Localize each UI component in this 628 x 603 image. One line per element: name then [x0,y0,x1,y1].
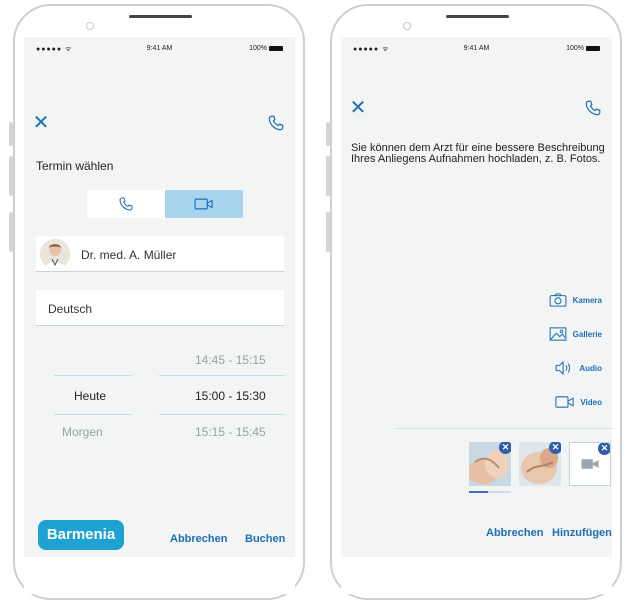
cancel-button[interactable]: Abbrechen [170,533,227,545]
front-camera [403,22,411,30]
phone-icon [119,197,133,211]
side-button [326,156,330,196]
barmenia-logo: Barmenia [38,520,124,550]
close-icon[interactable]: ✕ [32,113,50,133]
battery-percent: 100% [249,45,267,52]
doctor-name: Dr. med. A. Müller [81,248,177,262]
side-button [9,122,13,146]
attachment-thumbnail[interactable]: ✕ [519,442,561,486]
audio-icon [555,361,571,375]
time-option[interactable]: 14:45 - 15:15 [195,353,266,367]
book-button[interactable]: Buchen [245,533,285,545]
audio-label: Audio [579,363,602,373]
picker-divider [54,375,132,376]
front-camera [86,22,94,30]
upload-instructions: Sie können dem Arzt für eine bessere Bes… [351,142,605,165]
bottom-bar [24,557,295,594]
video-label: Video [580,397,602,407]
battery-icon [269,45,283,51]
upload-progress-fill [469,491,488,493]
time-option[interactable]: 15:15 - 15:45 [195,425,266,439]
remove-icon[interactable]: ✕ [549,442,561,454]
day-option-selected[interactable]: Heute [74,389,106,403]
gallery-label: Gallerie [572,329,602,339]
picker-divider [54,414,132,415]
picker-divider [159,375,285,376]
speaker [446,15,509,18]
audio-option[interactable]: Audio [555,361,602,375]
video-call-toggle[interactable] [165,190,243,218]
speaker [129,15,192,18]
doctor-selector[interactable]: Dr. med. A. Müller [36,236,284,272]
battery-percent: 100% [566,45,584,52]
gallery-icon [549,327,567,341]
remove-icon[interactable]: ✕ [598,443,610,455]
attachment-thumbnail[interactable]: ✕ [569,442,611,486]
day-option[interactable]: Morgen [62,425,103,439]
attachments-divider [395,428,612,429]
page-title: Termin wählen [36,159,114,173]
bottom-bar [341,557,612,594]
audio-call-toggle[interactable] [87,190,165,218]
add-button[interactable]: Hinzufügen [552,527,612,539]
video-camera-icon [194,198,213,210]
upload-screen: ●●●●● ᯤ 9:41 AM 100% ✕ Sie können dem Ar… [341,37,612,594]
top-bar: ✕ [24,59,295,144]
camera-label: Kamera [572,295,602,305]
close-icon[interactable]: ✕ [349,98,367,118]
cancel-button[interactable]: Abbrechen [486,527,543,539]
battery-indicator: 100% [566,45,600,52]
video-icon [555,396,575,408]
doctor-avatar [40,239,70,269]
camera-icon [549,293,567,307]
side-button [326,212,330,252]
side-button [326,122,330,146]
battery-icon [586,45,600,51]
remove-icon[interactable]: ✕ [499,442,511,454]
language-value: Deutsch [48,302,93,316]
appointment-screen: ●●●●● ᯤ 9:41 AM 100% ✕ Termin wählen Dr.… [24,37,295,594]
video-option[interactable]: Video [555,395,602,409]
side-button [9,156,13,196]
language-selector[interactable]: Deutsch [36,290,284,326]
phone-frame-right: ●●●●● ᯤ 9:41 AM 100% ✕ Sie können dem Ar… [326,4,622,600]
phone-icon[interactable] [267,114,285,132]
gallery-option[interactable]: Gallerie [549,327,602,341]
status-bar: ●●●●● ᯤ 9:41 AM 100% [24,37,295,59]
camera-option[interactable]: Kamera [549,293,602,307]
attachment-thumbnail[interactable]: ✕ [469,442,511,486]
upload-progress-bar [469,491,511,493]
top-bar: ✕ [341,59,612,129]
time-option-selected[interactable]: 15:00 - 15:30 [195,389,266,403]
picker-divider [159,414,285,415]
phone-frame-left: ●●●●● ᯤ 9:41 AM 100% ✕ Termin wählen Dr.… [9,4,305,600]
status-bar: ●●●●● ᯤ 9:41 AM 100% [341,37,612,59]
phone-icon[interactable] [584,99,602,117]
battery-indicator: 100% [249,45,283,52]
side-button [9,212,13,252]
